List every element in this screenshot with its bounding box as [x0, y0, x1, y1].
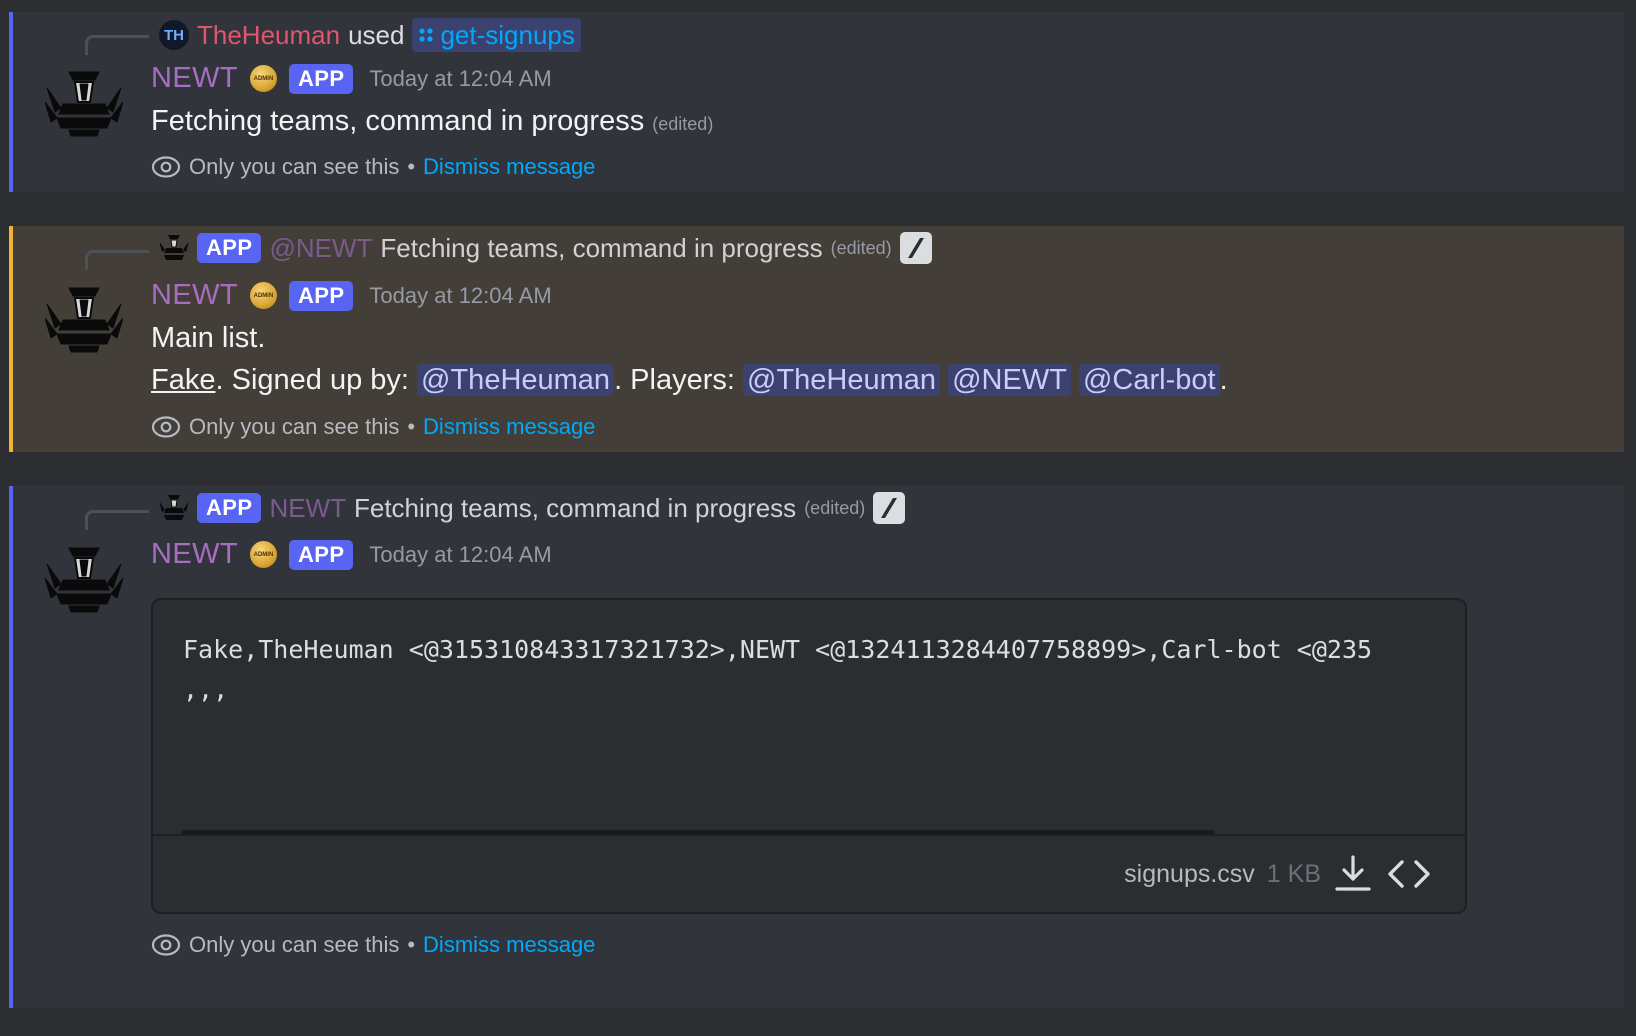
signed-up-label: . Signed up by: [215, 364, 409, 396]
command-name: get-signups [440, 19, 575, 50]
command-chip[interactable]: get-signups [412, 18, 581, 52]
ephemeral-message-1: TH TheHeuman used get-signups NEWT ADMIN… [9, 12, 1624, 192]
newt-avatar[interactable] [45, 68, 123, 138]
file-size: 1 KB [1266, 859, 1321, 888]
attachment-footer: signups.csv 1 KB [153, 834, 1465, 912]
app-command-icon [419, 28, 434, 42]
author-name[interactable]: NEWT [151, 538, 238, 571]
reply-author[interactable]: @NEWT [269, 233, 372, 264]
reply-reference-line[interactable]: APP @NEWT Fetching teams, command in pro… [159, 232, 932, 264]
newt-avatar[interactable] [45, 544, 123, 614]
ephemeral-notice: Only you can see this • Dismiss message [151, 932, 595, 958]
message-line-1: Main list. [151, 322, 265, 355]
mention-player-1[interactable]: @TheHeuman [743, 364, 941, 396]
file-meta: signups.csv 1 KB [1124, 854, 1433, 894]
author-name[interactable]: NEWT [151, 62, 238, 95]
message-text: Main list. [151, 322, 266, 354]
message-line-2: Fake. Signed up by: @TheHeuman. Players:… [151, 364, 1228, 397]
newt-mini-avatar [159, 235, 189, 260]
csv-line-2: ,,, [183, 675, 229, 704]
notice-separator: • [407, 414, 416, 439]
user-avatar[interactable]: TH [159, 20, 189, 50]
author-name[interactable]: NEWT [151, 279, 238, 312]
slash-command-icon [873, 492, 906, 524]
reply-author[interactable]: NEWT [269, 493, 346, 524]
eye-icon [151, 934, 181, 956]
sentence-end: . [1219, 364, 1228, 396]
admin-badge-icon: ADMIN [249, 65, 277, 92]
reply-verb: used [348, 19, 405, 50]
reply-preview-text: Fetching teams, command in progress [353, 492, 797, 523]
reply-app-tag: APP [197, 493, 262, 523]
newt-mini-avatar [159, 495, 189, 520]
reply-username[interactable]: TheHeuman [197, 20, 340, 51]
slash-command-icon [899, 232, 932, 264]
reply-spine [85, 35, 149, 55]
reply-reference-line[interactable]: APP NEWT Fetching teams, command in prog… [159, 492, 906, 524]
eye-icon [151, 416, 181, 438]
csv-line-1: Fake,TheHeuman <@315310843317321732>,NEW… [183, 635, 1373, 664]
app-tag: APP [288, 63, 354, 94]
highlighted-message-2: APP @NEWT Fetching teams, command in pro… [9, 226, 1624, 452]
reply-app-tag: APP [197, 233, 262, 263]
notice-text: Only you can see this [189, 414, 400, 439]
code-icon[interactable] [1385, 854, 1433, 894]
message-text: Fetching teams, command in progress [151, 105, 645, 137]
reply-edited-label: (edited) [830, 237, 892, 258]
admin-badge-icon: ADMIN [249, 282, 277, 309]
players-label: . Players: [614, 364, 735, 396]
csv-preview-text[interactable]: Fake,TheHeuman <@315310843317321732>,NEW… [183, 630, 1451, 820]
timestamp[interactable]: Today at 12:04 AM [369, 66, 551, 92]
timestamp[interactable]: Today at 12:04 AM [369, 542, 551, 568]
edited-label: (edited) [652, 114, 714, 134]
reply-spine [85, 510, 149, 530]
newt-avatar[interactable] [45, 284, 123, 354]
csv-attachment-preview[interactable]: Fake,TheHeuman <@315310843317321732>,NEW… [151, 598, 1467, 914]
app-tag: APP [288, 280, 354, 311]
mention-player-3[interactable]: @Carl-bot [1078, 364, 1220, 396]
file-name[interactable]: signups.csv [1124, 860, 1255, 889]
dismiss-message-link[interactable]: Dismiss message [423, 414, 595, 440]
dismiss-message-link[interactable]: Dismiss message [423, 154, 595, 180]
message-content: Fetching teams, command in progress (edi… [151, 105, 713, 138]
reply-preview-text: Fetching teams, command in progress [380, 232, 823, 263]
reply-spine [85, 250, 149, 270]
notice-text: Only you can see this [189, 932, 400, 957]
chat-scrollbar-track[interactable] [1628, 150, 1636, 1030]
mention-player-2[interactable]: @NEWT [948, 364, 1071, 396]
team-link[interactable]: Fake [151, 364, 215, 396]
mention-signer[interactable]: @TheHeuman [417, 364, 615, 396]
message-header: NEWT ADMIN APP Today at 12:04 AM [151, 62, 552, 95]
notice-text: Only you can see this [189, 154, 400, 179]
dismiss-message-link[interactable]: Dismiss message [423, 932, 595, 958]
message-header: NEWT ADMIN APP Today at 12:04 AM [151, 538, 552, 571]
notice-separator: • [407, 154, 416, 179]
admin-badge-icon: ADMIN [249, 541, 277, 568]
app-tag: APP [288, 539, 354, 570]
download-icon[interactable] [1333, 854, 1373, 894]
notice-separator: • [407, 932, 416, 957]
eye-icon [151, 156, 181, 178]
command-reply-line: TH TheHeuman used get-signups [159, 18, 581, 52]
ephemeral-notice: Only you can see this • Dismiss message [151, 414, 595, 440]
ephemeral-message-3: APP NEWT Fetching teams, command in prog… [9, 486, 1624, 1008]
message-header: NEWT ADMIN APP Today at 12:04 AM [151, 279, 552, 312]
ephemeral-notice: Only you can see this • Dismiss message [151, 154, 595, 180]
timestamp[interactable]: Today at 12:04 AM [369, 283, 551, 309]
reply-edited-label: (edited) [804, 497, 866, 518]
